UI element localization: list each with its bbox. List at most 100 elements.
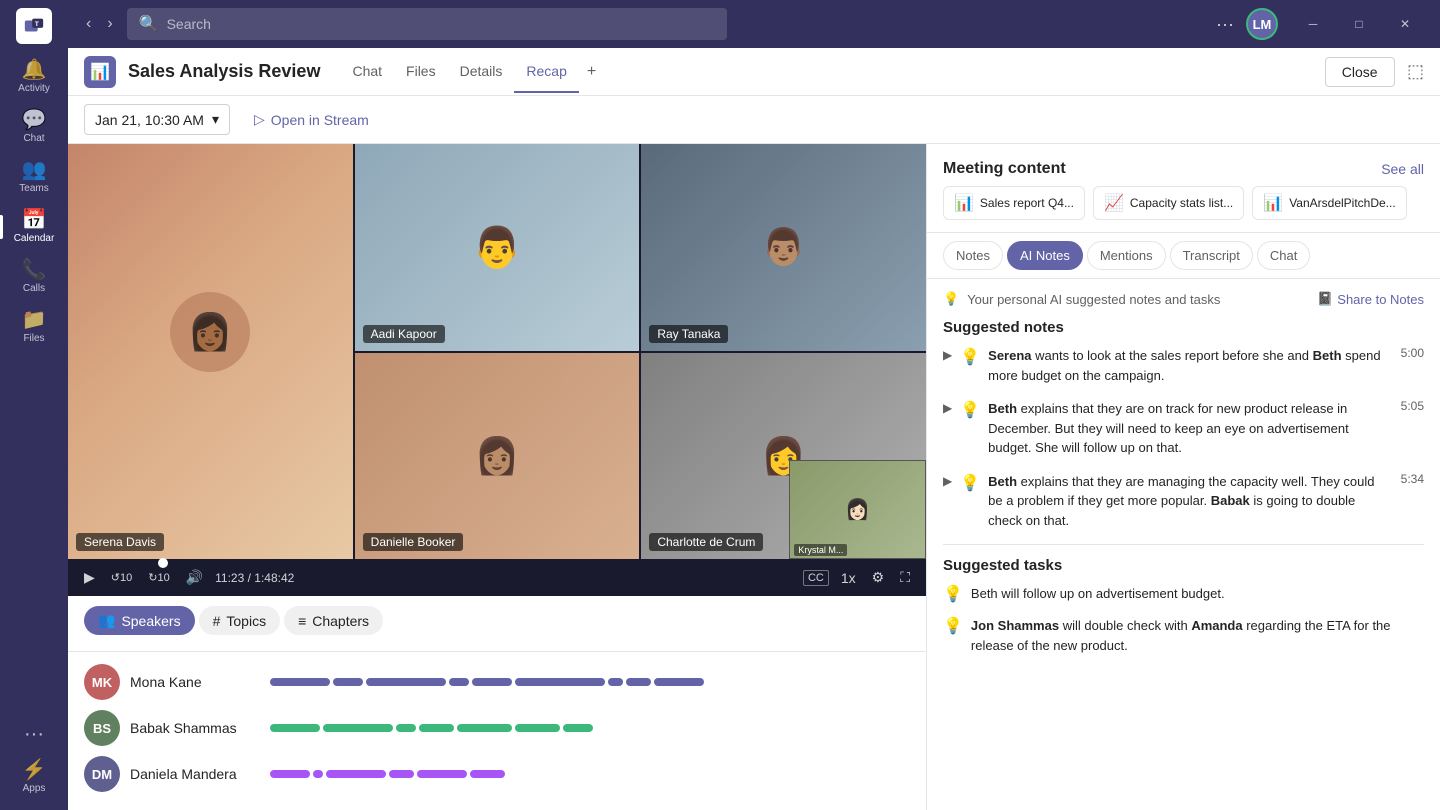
name-tag-aadi: Aadi Kapoor	[363, 325, 445, 343]
sidebar-item-chat[interactable]: 💬 Chat	[0, 102, 68, 152]
onenote-icon: 📓	[1317, 291, 1333, 307]
speaker-row: BS Babak Shammas	[84, 710, 910, 746]
speaker-name: Babak Shammas	[130, 720, 260, 736]
sidebar-item-teams[interactable]: 👥 Teams	[0, 152, 68, 202]
sidebar-item-calls[interactable]: 📞 Calls	[0, 252, 68, 302]
share-notes-button[interactable]: 📓 Share to Notes	[1317, 291, 1424, 307]
main-content: ‹ › 🔍 ··· LM ─ □ ✕ 📊 Sales Analysis Revi…	[68, 0, 1440, 810]
note-tab-mentions[interactable]: Mentions	[1087, 241, 1166, 270]
divider	[943, 544, 1424, 545]
video-section: 👩🏾 Serena Davis 👨 Aadi Kapoor 👨🏽	[68, 144, 926, 810]
stream-icon: ▷	[254, 111, 265, 128]
forward-10-button[interactable]: ↻10	[144, 569, 173, 586]
more-options-button[interactable]: ···	[1216, 14, 1234, 35]
file-icon: 📊	[954, 193, 974, 213]
bulb-icon: 💡	[960, 347, 980, 367]
close-meeting-button[interactable]: Close	[1325, 57, 1395, 87]
minimize-button[interactable]: ─	[1290, 8, 1336, 40]
sidebar-item-files[interactable]: 📁 Files	[0, 302, 68, 352]
chapters-tab[interactable]: ≡ Chapters	[284, 606, 383, 635]
play-button[interactable]: ▶	[80, 567, 99, 588]
bulb-icon: 💡	[960, 473, 980, 493]
speaker-name: Daniela Mandera	[130, 766, 260, 782]
sidebar-item-calendar[interactable]: 📅 Calendar	[0, 202, 68, 252]
nav-buttons: ‹ ›	[80, 11, 119, 37]
video-cell-danielle: 👩🏽 Danielle Booker	[355, 353, 640, 560]
file-icon: 📊	[1263, 193, 1283, 213]
pop-out-button[interactable]: ⬚	[1407, 61, 1424, 81]
search-bar[interactable]: 🔍	[127, 8, 727, 40]
maximize-button[interactable]: □	[1336, 8, 1382, 40]
tab-chat[interactable]: Chat	[340, 51, 394, 93]
speakers-list: MKMona KaneBSBabak ShammasDMDaniela Mand…	[68, 652, 926, 810]
file-chip[interactable]: 📊VanArsdelPitchDe...	[1252, 186, 1406, 220]
speaker-row: MKMona Kane	[84, 664, 910, 700]
right-controls: CC 1x ⚙ ⛶	[803, 567, 914, 588]
note-time: 5:05	[1401, 399, 1424, 413]
file-icon: 📈	[1104, 193, 1124, 213]
sidebar-item-apps[interactable]: ⚡ Apps	[0, 752, 68, 802]
view-tabs: 👥 Speakers # Topics ≡ Chapters	[68, 596, 926, 652]
note-tab-transcript[interactable]: Transcript	[1170, 241, 1253, 270]
bulb-icon: 💡	[943, 291, 959, 307]
sidebar-item-more[interactable]: ···	[0, 716, 68, 752]
see-all-button[interactable]: See all	[1381, 161, 1424, 177]
calls-icon: 📞	[22, 260, 47, 280]
tab-details[interactable]: Details	[448, 51, 515, 93]
content-area: 👩🏾 Serena Davis 👨 Aadi Kapoor 👨🏽	[68, 144, 1440, 810]
speakers-tab[interactable]: 👥 Speakers	[84, 606, 195, 635]
tab-recap[interactable]: Recap	[514, 51, 578, 93]
meeting-content-header: Meeting content See all	[927, 144, 1440, 186]
sidebar-item-activity[interactable]: 🔔 Activity	[0, 52, 68, 102]
tab-files[interactable]: Files	[394, 51, 448, 93]
suggested-note: ▶💡Beth explains that they are managing t…	[943, 472, 1424, 531]
video-cell-aadi: 👨 Aadi Kapoor	[355, 144, 640, 351]
file-chip[interactable]: 📈Capacity stats list...	[1093, 186, 1244, 220]
video-grid: 👩🏾 Serena Davis 👨 Aadi Kapoor 👨🏽	[68, 144, 926, 559]
topics-tab[interactable]: # Topics	[199, 606, 280, 635]
name-tag-danielle: Danielle Booker	[363, 533, 464, 551]
speaker-avatar: BS	[84, 710, 120, 746]
activity-icon: 🔔	[22, 60, 47, 80]
meeting-header: 📊 Sales Analysis Review Chat Files Detai…	[68, 48, 1440, 96]
playback-bar: ▶ ↺10 ↻10 🔊 11:23 / 1:48:42 CC 1x ⚙ ⛶	[68, 559, 926, 596]
open-stream-button[interactable]: ▷ Open in Stream	[242, 105, 381, 134]
name-tag-serena: Serena Davis	[76, 533, 164, 551]
suggested-tasks-title: Suggested tasks	[943, 557, 1424, 574]
forward-button[interactable]: ›	[101, 11, 118, 37]
search-input[interactable]	[167, 16, 715, 32]
topbar-right: ··· LM ─ □ ✕	[1216, 8, 1428, 40]
speaker-bars	[270, 678, 910, 686]
expand-arrow-icon[interactable]: ▶	[943, 474, 952, 488]
note-tab-ai_notes[interactable]: AI Notes	[1007, 241, 1083, 270]
meeting-title: Sales Analysis Review	[128, 61, 320, 82]
file-chip[interactable]: 📊Sales report Q4...	[943, 186, 1085, 220]
date-selector[interactable]: Jan 21, 10:30 AM ▾	[84, 104, 230, 135]
bulb-icon: 💡	[943, 584, 963, 604]
note-tab-chat[interactable]: Chat	[1257, 241, 1310, 270]
close-window-button[interactable]: ✕	[1382, 8, 1428, 40]
teams-logo[interactable]: T	[16, 8, 52, 44]
expand-arrow-icon[interactable]: ▶	[943, 348, 952, 362]
note-text: Serena wants to look at the sales report…	[988, 346, 1384, 385]
meeting-tabs: Chat Files Details Recap +	[340, 51, 604, 93]
video-cell-charlotte: 👩 Charlotte de Crum 👩🏻 Krystal M...	[641, 353, 926, 560]
volume-button[interactable]: 🔊	[182, 567, 207, 588]
cc-button[interactable]: CC	[803, 570, 829, 586]
speed-button[interactable]: 1x	[837, 568, 860, 588]
note-tab-notes[interactable]: Notes	[943, 241, 1003, 270]
user-avatar[interactable]: LM	[1246, 8, 1278, 40]
rewind-10-button[interactable]: ↺10	[107, 569, 136, 586]
meeting-content-title: Meeting content	[943, 160, 1066, 178]
settings-button[interactable]: ⚙	[868, 567, 889, 588]
speaker-bars	[270, 770, 910, 778]
note-time: 5:34	[1401, 472, 1424, 486]
add-tab-button[interactable]: +	[579, 51, 604, 93]
ai-header: 💡 Your personal AI suggested notes and t…	[943, 291, 1424, 307]
fullscreen-button[interactable]: ⛶	[896, 567, 914, 588]
back-button[interactable]: ‹	[80, 11, 97, 37]
task-text: Jon Shammas will double check with Amand…	[971, 616, 1424, 655]
speaker-avatar: MK	[84, 664, 120, 700]
expand-arrow-icon[interactable]: ▶	[943, 401, 952, 415]
task-row: 💡Beth will follow up on advertisement bu…	[943, 584, 1424, 604]
